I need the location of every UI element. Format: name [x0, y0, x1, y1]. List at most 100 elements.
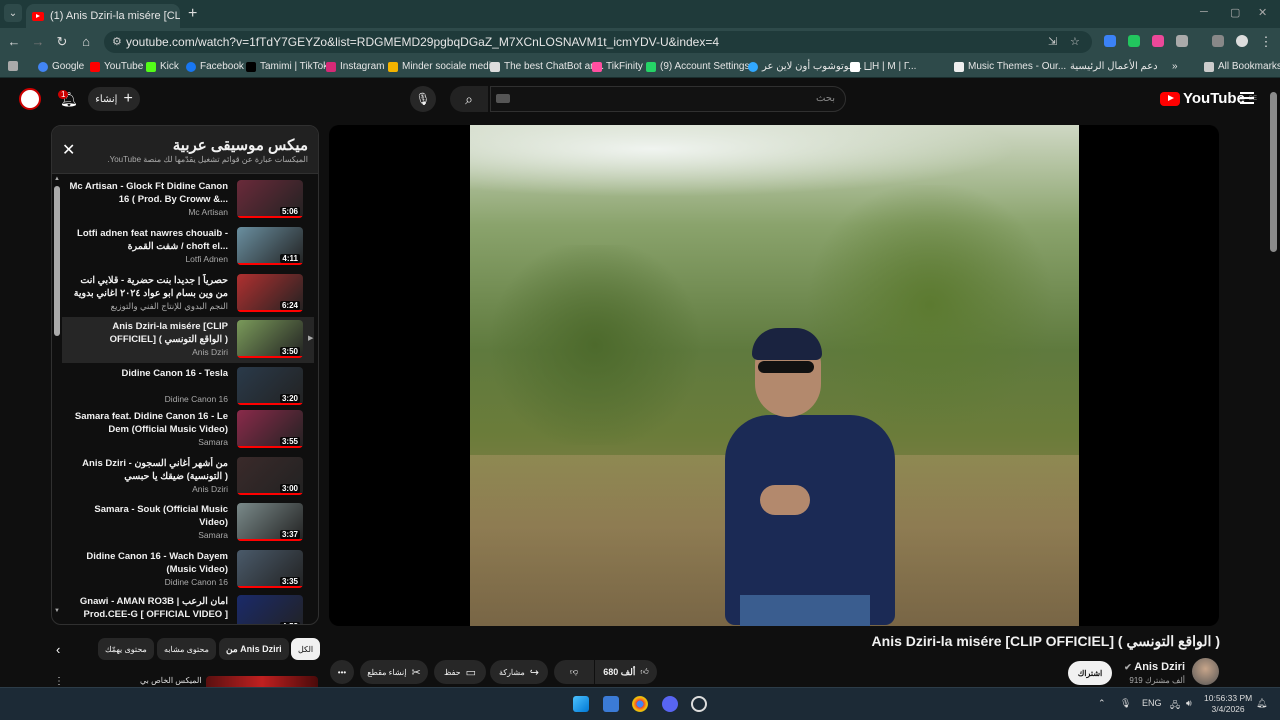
channel-avatar[interactable] — [1192, 658, 1219, 685]
item-title[interactable]: Samara feat. Didine Canon 16 - Le Dem (O… — [68, 410, 228, 436]
bookmark-minder[interactable]: Minder sociale medi... — [388, 61, 499, 72]
more-actions-button[interactable]: ••• — [330, 660, 354, 684]
voice-search-mic-icon[interactable]: 🎙︎ — [410, 86, 436, 112]
clip-button[interactable]: إنشاء مقطع ✂ — [360, 660, 428, 684]
tab-search-button[interactable]: ⌄ — [4, 4, 22, 22]
video-thumbnail[interactable]: 4:53 — [237, 595, 303, 624]
item-title[interactable]: Samara - Souk (Official Music Video) — [68, 503, 228, 529]
channel-name[interactable]: ✔ Anis Dziri — [1124, 661, 1185, 673]
bookmark-x[interactable]: ⨆Н | М | Г... — [850, 61, 916, 72]
maximize-button[interactable]: ▢ — [1230, 6, 1240, 19]
playlist-item[interactable]: 3:55 Samara feat. Didine Canon 16 - Le De… — [62, 407, 314, 453]
playlist-item[interactable]: 3:20 Didine Canon 16 - Tesla Didine Canon … — [62, 364, 314, 410]
new-tab-button[interactable]: + — [188, 5, 197, 23]
language-indicator[interactable]: ENG — [1142, 698, 1162, 708]
page-scrollbar[interactable] — [1270, 88, 1277, 688]
window-close-button[interactable]: ✕ — [1258, 6, 1267, 19]
video-thumbnail[interactable]: 3:20 — [237, 367, 303, 405]
subscribe-button[interactable]: اشتراك — [1068, 661, 1112, 685]
profile-avatar-icon[interactable] — [1236, 35, 1248, 47]
item-title[interactable]: Lotfi adnen feat nawres chouaib - شفت ال… — [68, 227, 228, 253]
network-icon[interactable]: 🖧 — [1170, 698, 1180, 714]
item-title[interactable]: حصرياً | جديدا بنت حضرية - قلابي انت من … — [68, 274, 228, 300]
extensions-puzzle-icon[interactable] — [1176, 35, 1188, 47]
reload-button[interactable]: ↻ — [54, 34, 70, 50]
chips-prev-icon[interactable]: ‹ — [56, 642, 60, 657]
volume-icon[interactable]: 🔊︎ — [1186, 698, 1192, 709]
notification-center-icon[interactable]: 🔔︎ — [1256, 698, 1267, 709]
bookmark-youtube[interactable]: YouTube — [90, 61, 143, 72]
playlist-item[interactable]: 6:24 حصرياً | جديدا بنت حضرية - قلابي انت… — [62, 271, 314, 317]
item-title[interactable]: Anis Dziri-la misére [CLIP OFFICIEL] ( ا… — [68, 320, 228, 346]
browser-menu-icon[interactable]: ⋮ — [1258, 34, 1274, 50]
playlist-item[interactable]: 5:06 Mc Artisan - Glock Ft Didine Canon 1… — [62, 177, 314, 223]
back-button[interactable]: ← — [6, 34, 22, 49]
playlist-item[interactable]: 3:00 Anis Dziri - من أشهر أغاني السجون ال… — [62, 454, 314, 500]
all-bookmarks-folder[interactable]: All Bookmarks — [1204, 61, 1280, 72]
create-button[interactable]: إنشاء + — [88, 87, 140, 111]
item-title[interactable]: Didine Canon 16 - Wach Dayem (Music Vide… — [68, 550, 228, 576]
bookmark-google[interactable]: Google — [38, 61, 84, 72]
item-title[interactable]: Gnawi - AMAN RO3B | امان الرعب Prod.CEE-… — [68, 595, 228, 621]
obs-icon[interactable] — [691, 696, 707, 712]
bookmark-account-settings[interactable]: (9) Account Settings... — [646, 61, 758, 72]
extension-icon[interactable] — [1128, 35, 1140, 47]
bookmark-star-icon[interactable]: ☆ — [1070, 35, 1080, 48]
bookmark-music-themes[interactable]: Music Themes - Our... — [954, 61, 1066, 72]
extension-icon[interactable] — [1104, 35, 1116, 47]
chip-for-you[interactable]: محتوى يهمّك — [98, 638, 154, 660]
video-frame[interactable] — [470, 125, 1079, 626]
install-app-icon[interactable]: ⇲ — [1048, 35, 1057, 48]
playlist-item[interactable]: 4:11 Lotfi adnen feat nawres chouaib - شف… — [62, 224, 314, 270]
playlist-title[interactable]: ميكس موسيقى عربية — [173, 136, 308, 154]
apps-grid-icon[interactable] — [8, 61, 18, 71]
mic-tray-icon[interactable]: 🎙︎ — [1120, 698, 1131, 709]
item-title[interactable]: Anis Dziri - من أشهر أغاني السجون التونس… — [68, 457, 228, 483]
address-bar[interactable]: ⚙ youtube.com/watch?v=1fTdY7GEYZo&list=R… — [104, 31, 1092, 53]
video-thumbnail[interactable]: 5:06 — [237, 180, 303, 218]
bookmark-tiktok[interactable]: Tamimi | TikTok — [246, 61, 328, 72]
like-button[interactable]: 680 ألف 👍︎ — [595, 660, 657, 684]
minimize-button[interactable]: ─ — [1200, 6, 1208, 18]
more-options-icon[interactable]: ⋮ — [54, 676, 64, 687]
video-thumbnail[interactable]: 3:50 — [237, 320, 303, 358]
share-button[interactable]: مشاركة ↪ — [490, 660, 548, 684]
system-clock[interactable]: 10:56:33 PM 3/4/2026 — [1204, 693, 1252, 715]
video-thumbnail[interactable]: 3:55 — [237, 410, 303, 448]
discord-icon[interactable] — [662, 696, 678, 712]
bookmark-instagram[interactable]: Instagram — [326, 61, 384, 72]
guide-menu-icon[interactable] — [1240, 92, 1254, 104]
video-thumbnail[interactable]: 3:37 — [237, 503, 303, 541]
account-avatar[interactable] — [19, 88, 41, 110]
video-thumbnail[interactable]: 3:35 — [237, 550, 303, 588]
playlist-close-icon[interactable]: ✕ — [62, 140, 75, 160]
file-explorer-icon[interactable] — [603, 696, 619, 712]
playlist-item[interactable]: 3:35 Didine Canon 16 - Wach Dayem (Music … — [62, 547, 314, 593]
extension-icon[interactable] — [1152, 35, 1164, 47]
dislike-button[interactable]: 👎︎ — [554, 660, 594, 684]
forward-button[interactable]: → — [30, 34, 46, 49]
video-thumbnail[interactable]: 4:11 — [237, 227, 303, 265]
playlist-scrollbar[interactable]: ▲ ▼ — [54, 176, 60, 616]
playlist-item[interactable]: ▶ 3:50 Anis Dziri-la misére [CLIP OFFICIEL… — [62, 317, 314, 363]
search-button[interactable]: ⌕ — [450, 86, 488, 112]
item-title[interactable]: Didine Canon 16 - Tesla — [68, 367, 228, 380]
bookmark-chatbot[interactable]: The best ChatBot an... — [490, 61, 604, 72]
tray-overflow-icon[interactable]: ⌃ — [1098, 698, 1106, 709]
bookmarks-overflow-icon[interactable]: » — [1172, 61, 1178, 72]
item-title[interactable]: Mc Artisan - Glock Ft Didine Canon 16 ( … — [68, 180, 228, 206]
search-input[interactable]: بحث — [490, 86, 846, 112]
video-thumbnail[interactable]: 3:00 — [237, 457, 303, 495]
home-button[interactable]: ⌂ — [78, 34, 94, 49]
bookmark-photoshop[interactable]: فوتوشوب أون لاين عر... — [748, 61, 862, 72]
video-thumbnail[interactable]: 6:24 — [237, 274, 303, 312]
playlist-item[interactable]: 4:53 Gnawi - AMAN RO3B | امان الرعب Prod.… — [62, 592, 314, 624]
chrome-icon[interactable] — [632, 696, 648, 712]
save-button[interactable]: حفظ ▭ — [434, 660, 486, 684]
video-player[interactable] — [329, 125, 1219, 626]
site-info-icon[interactable]: ⚙ — [112, 35, 122, 48]
start-windows-icon[interactable] — [573, 696, 589, 712]
chip-related[interactable]: محتوى مشابه — [157, 638, 216, 660]
reading-list-icon[interactable] — [1212, 35, 1224, 47]
bookmark-facebook[interactable]: Facebook — [186, 61, 244, 72]
